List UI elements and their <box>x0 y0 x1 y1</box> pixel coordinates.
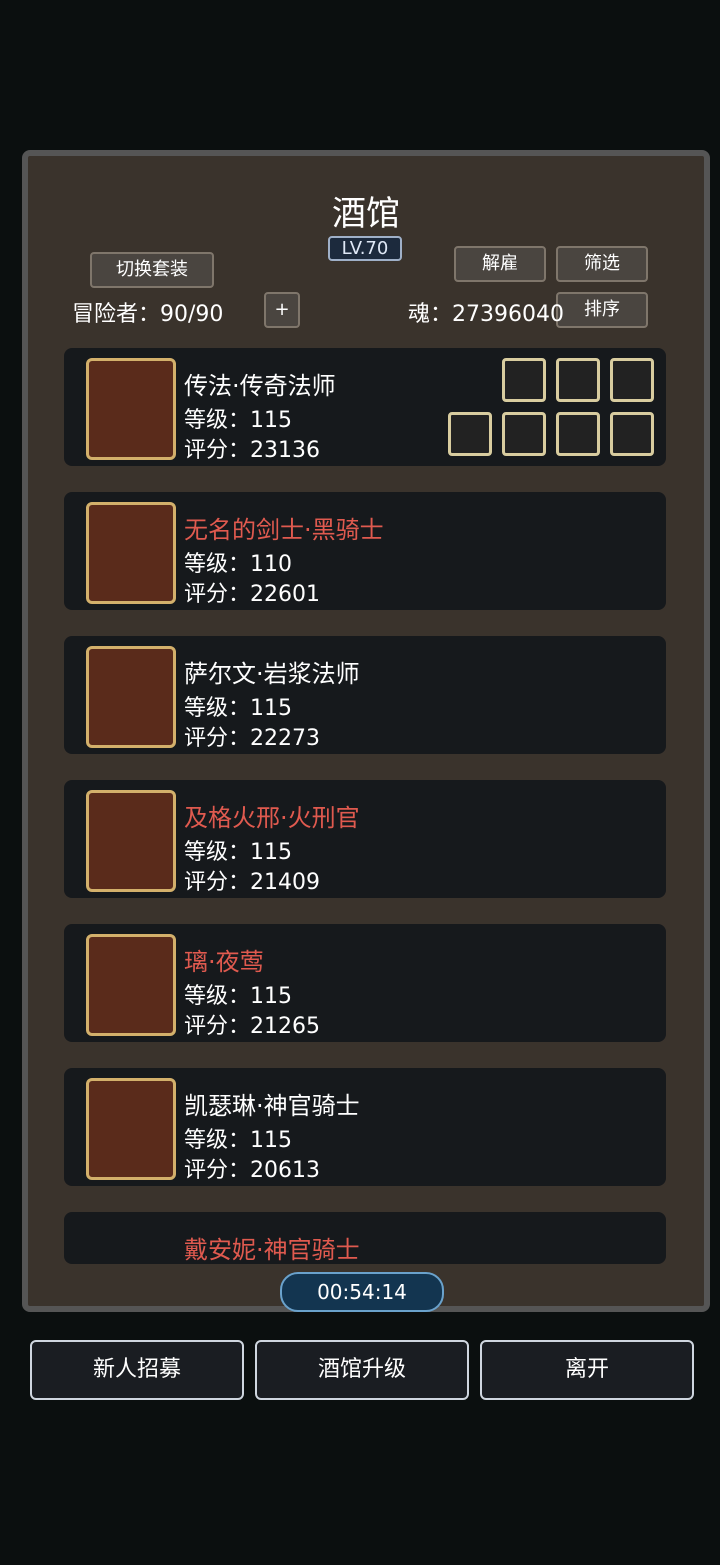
hero-level: 等级：110 <box>184 552 292 577</box>
hero-row[interactable]: 及格火邢·火刑官 等级：115 评分：21409 <box>64 780 666 898</box>
dismiss-button[interactable]: 解雇 <box>454 246 546 282</box>
hero-level: 等级：115 <box>184 984 292 1009</box>
equip-slot[interactable] <box>502 412 546 456</box>
hero-name: 传法·传奇法师 <box>184 372 336 400</box>
hero-score: 评分：22601 <box>184 582 320 607</box>
hero-avatar <box>86 1078 176 1180</box>
soul-count: 魂：27396040 <box>408 296 564 328</box>
hero-row[interactable]: 凯瑟琳·神官骑士 等级：115 评分：20613 <box>64 1068 666 1186</box>
adventurer-value: 90/90 <box>160 302 224 327</box>
hero-score: 评分：21409 <box>184 870 320 895</box>
equip-slot[interactable] <box>556 412 600 456</box>
timer: 00:54:14 <box>280 1272 444 1312</box>
adventurer-count: 冒险者：90/90 <box>72 296 223 328</box>
hero-score: 评分：23136 <box>184 438 320 463</box>
equip-slot[interactable] <box>502 358 546 402</box>
hero-level: 等级：115 <box>184 408 292 433</box>
hero-level: 等级：115 <box>184 1128 292 1153</box>
hero-level: 等级：115 <box>184 696 292 721</box>
hero-score: 评分：20613 <box>184 1158 320 1183</box>
hero-name: 璃·夜莺 <box>184 948 264 976</box>
hero-row[interactable]: 传法·传奇法师 等级：115 评分：23136 <box>64 348 666 466</box>
hero-name: 戴安妮·神官骑士 <box>184 1236 360 1264</box>
switch-outfit-button[interactable]: 切换套装 <box>90 252 214 288</box>
hero-row[interactable]: 戴安妮·神官骑士 <box>64 1212 666 1264</box>
level-badge: LV.70 <box>328 236 402 261</box>
hero-row[interactable]: 萨尔文·岩浆法师 等级：115 评分：22273 <box>64 636 666 754</box>
leave-button[interactable]: 离开 <box>480 1340 694 1400</box>
hero-avatar <box>86 646 176 748</box>
hero-score: 评分：22273 <box>184 726 320 751</box>
hero-name: 萨尔文·岩浆法师 <box>184 660 360 688</box>
hero-row[interactable]: 璃·夜莺 等级：115 评分：21265 <box>64 924 666 1042</box>
hero-avatar <box>86 790 176 892</box>
adventurer-label: 冒险者： <box>72 302 161 327</box>
hero-name: 凯瑟琳·神官骑士 <box>184 1092 360 1120</box>
upgrade-button[interactable]: 酒馆升级 <box>255 1340 469 1400</box>
hero-avatar <box>86 934 176 1036</box>
hero-row[interactable]: 无名的剑士·黑骑士 等级：110 评分：22601 <box>64 492 666 610</box>
recruit-button[interactable]: 新人招募 <box>30 1340 244 1400</box>
tavern-panel: 酒馆 LV.70 切换套装 解雇 筛选 排序 冒险者：90/90 + 魂：273… <box>22 150 710 1312</box>
hero-avatar <box>86 502 176 604</box>
hero-name: 及格火邢·火刑官 <box>184 804 360 832</box>
equip-slot[interactable] <box>448 412 492 456</box>
add-button[interactable]: + <box>264 292 300 328</box>
equip-slot[interactable] <box>610 412 654 456</box>
hero-score: 评分：21265 <box>184 1014 320 1039</box>
panel-title: 酒馆 <box>332 194 400 234</box>
soul-label: 魂： <box>408 302 453 327</box>
equip-slot[interactable] <box>610 358 654 402</box>
hero-avatar <box>86 358 176 460</box>
soul-value: 27396040 <box>452 302 564 327</box>
hero-level: 等级：115 <box>184 840 292 865</box>
sort-button[interactable]: 排序 <box>556 292 648 328</box>
hero-name: 无名的剑士·黑骑士 <box>184 516 384 544</box>
equip-slot[interactable] <box>556 358 600 402</box>
filter-button[interactable]: 筛选 <box>556 246 648 282</box>
